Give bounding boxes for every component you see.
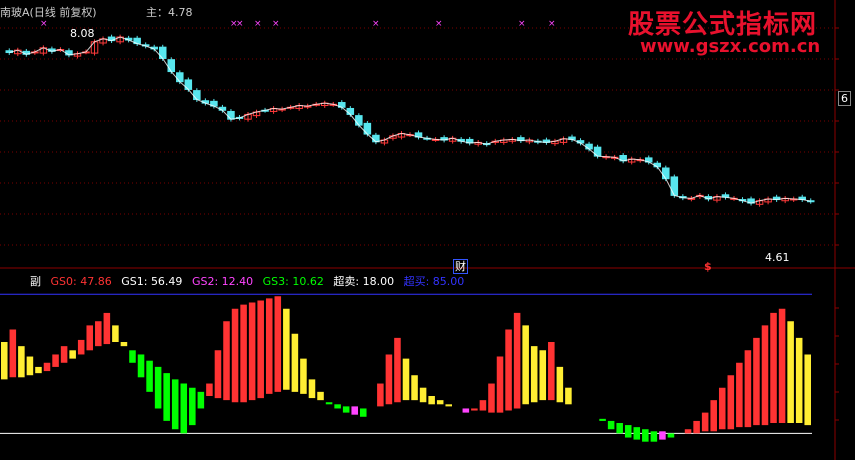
x-marker: × [40,19,48,29]
fin-marker[interactable]: 财 [453,259,468,274]
oversold-legend: 超卖: 18.00 [333,275,395,288]
x-marker: × [254,19,262,29]
sub-chart-label: 副 [30,275,41,288]
candle-body [227,110,235,120]
candle-body [355,115,363,126]
candle-body [585,143,593,150]
x-marker: × [518,19,526,29]
main-value-label: 主：4.78 [146,6,193,19]
gs2-legend: GS2: 12.40 [191,275,254,288]
gs0-legend: GS0: 47.86 [50,275,112,288]
price-line [9,36,811,204]
x-marker: × [548,19,556,29]
candle-body [176,72,184,83]
candle-body [167,59,176,73]
watermark-url: www.gszx.com.cn [640,36,821,57]
chart-canvas: × ×× × × × × × × [0,0,855,460]
candle-body [346,107,355,115]
indicator-legend: 副 GS0: 47.86 GS1: 56.49 GS2: 12.40 GS3: … [30,275,470,288]
candle-body [670,176,679,196]
candle-body [193,90,201,101]
overbought-legend: 超买: 85.00 [403,275,465,288]
x-marker: × [435,19,443,29]
gs1-legend: GS1: 56.49 [121,275,183,288]
right-axis-label: 6 [838,91,851,106]
low-price-label: 4.61 [765,251,790,264]
x-marker: × [236,19,244,29]
x-marker: × [372,19,380,29]
candle-body [662,167,670,180]
dollar-marker: $ [704,260,712,273]
candle-body [158,46,167,59]
high-price-label: 8.08 [70,27,95,40]
gs3-legend: GS3: 10.62 [262,275,324,288]
candle-body [363,122,372,135]
x-marker: × [272,19,280,29]
chart-title: 南玻A(日线 前复权) [0,6,97,19]
